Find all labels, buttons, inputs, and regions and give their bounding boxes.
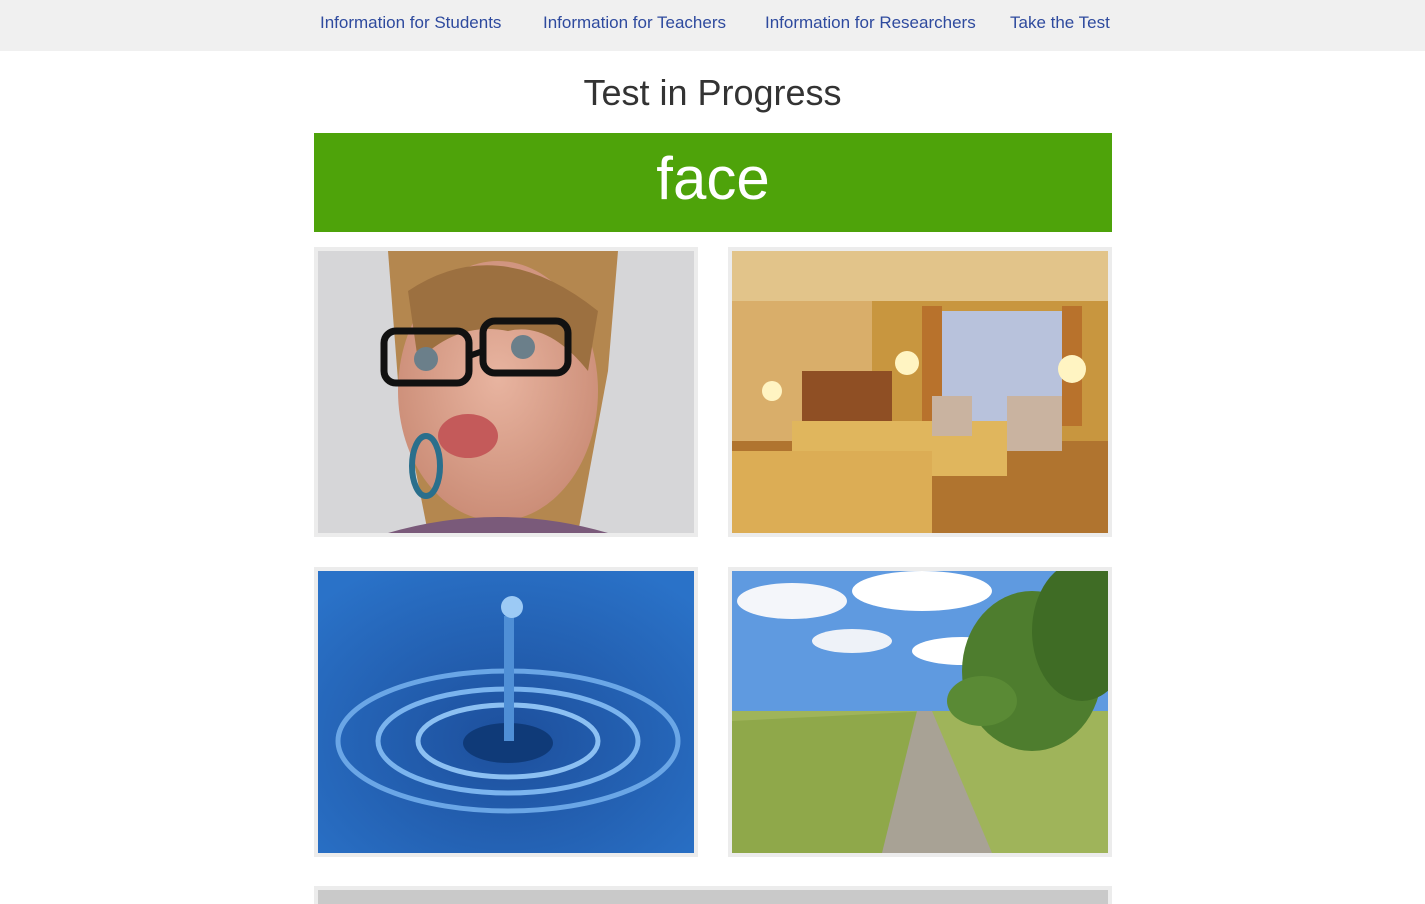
hotel-room-photo-image <box>732 251 1108 533</box>
country-road-photo-image <box>732 571 1108 853</box>
page-title: Test in Progress <box>583 72 842 113</box>
nav-link-take-the-test[interactable]: Take the Test <box>1010 13 1110 33</box>
choice-image-face[interactable] <box>314 247 698 537</box>
nav-link-students[interactable]: Information for Students <box>320 13 501 33</box>
choice-image-water-drop[interactable] <box>314 567 698 857</box>
choice-image-country-road[interactable] <box>728 567 1112 857</box>
face-photo-image <box>318 251 694 533</box>
target-word: face <box>656 144 770 212</box>
nav-link-researchers[interactable]: Information for Researchers <box>765 13 976 33</box>
nav-link-teachers[interactable]: Information for Teachers <box>543 13 726 33</box>
bottom-bar <box>314 886 1112 904</box>
choice-image-hotel-room[interactable] <box>728 247 1112 537</box>
target-word-banner: face <box>314 133 1112 232</box>
water-drop-photo-image <box>318 571 694 853</box>
top-navigation: Information for Students Information for… <box>0 0 1425 51</box>
